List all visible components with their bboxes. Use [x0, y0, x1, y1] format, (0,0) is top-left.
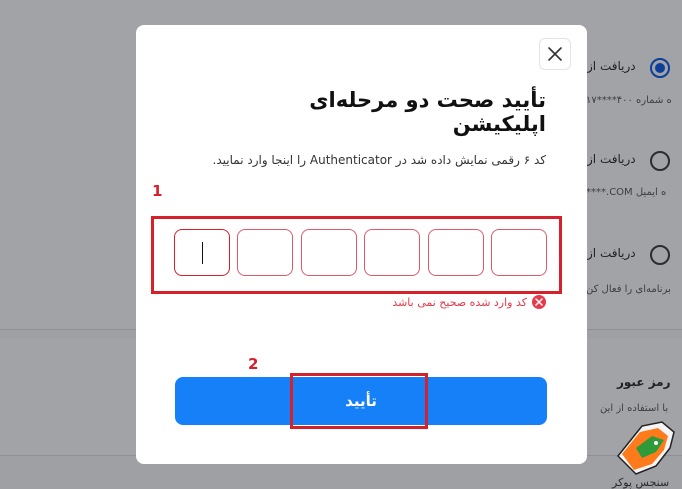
option-email-label: دریافت از: [587, 152, 636, 166]
option-email-radio[interactable]: [650, 151, 670, 171]
option-sms-subtext: ه شماره ۴۰۰****۱۷: [586, 95, 672, 106]
error-icon: [532, 295, 546, 309]
error-message: کد وارد شده صحیح نمی باشد: [286, 295, 546, 309]
option-app-subtext: برنامه‌ای را فعال کن: [586, 284, 671, 295]
password-title: رمز عبور: [617, 375, 671, 389]
step-1-marker: 1: [152, 182, 163, 200]
option-email-subtext: ه ایمیل COM.****: [586, 187, 667, 198]
close-button[interactable]: [539, 38, 571, 70]
code-digit-input[interactable]: [427, 229, 484, 276]
step-2-marker: 2: [248, 355, 259, 373]
modal-description: کد ۶ رقمی نمایش داده شد در Authenticator…: [212, 153, 546, 167]
brand-logo-icon: [616, 421, 675, 475]
code-digit-input[interactable]: [300, 229, 357, 276]
code-input-group: [174, 229, 547, 276]
error-text: کد وارد شده صحیح نمی باشد: [392, 295, 527, 309]
modal-title: تأیید صحت دو مرحله‌ای اپلیکیشن: [309, 88, 546, 136]
close-icon: [548, 47, 562, 61]
confirm-button[interactable]: تأیید: [175, 377, 547, 425]
code-digit-input[interactable]: [364, 229, 421, 276]
brand-logo-text: سنجس پوکر: [612, 476, 670, 489]
code-digit-input[interactable]: [174, 229, 230, 276]
code-digit-input[interactable]: [237, 229, 294, 276]
option-app-radio[interactable]: [650, 245, 670, 265]
code-digit-input[interactable]: [490, 229, 547, 276]
option-sms-radio[interactable]: [650, 58, 670, 78]
option-app-label: دریافت از: [587, 246, 636, 260]
password-subtext: با استفاده از این: [600, 403, 669, 414]
option-sms-label: دریافت از: [587, 59, 636, 73]
